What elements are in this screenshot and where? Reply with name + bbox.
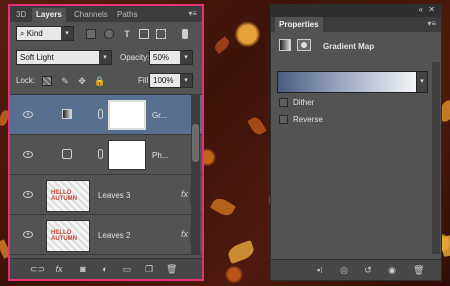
fill-input[interactable]: 100% ▾ [149,73,193,88]
filter-row: ⌕ Kind ▾ T [10,26,202,44]
collapse-icon[interactable]: « [419,5,423,14]
gradient-preview[interactable] [277,71,418,93]
lock-row: Lock: ✎ ✥ 🔒 Fill: 100% ▾ [10,73,202,91]
tab-properties[interactable]: Properties [275,17,323,32]
layer-leaves-2[interactable]: HELLO AUTUMN Leaves 2 fx ▾ [10,215,202,255]
lock-transparent-icon[interactable] [42,76,52,86]
eye-icon[interactable] [23,151,33,158]
close-icon[interactable]: ✕ [428,5,435,14]
filter-kind-select[interactable]: ⌕ Kind ▾ [16,26,74,41]
layer-mask-thumbnail[interactable] [108,140,146,170]
layers-bottom-toolbar: ⊂⊃ fx ◙ ◐ ▭ ❐ 🗑 [10,258,202,279]
tab-layers[interactable]: Layers [32,8,66,22]
dither-checkbox[interactable] [279,98,288,107]
layer-name[interactable]: Gr... [152,111,167,120]
opacity-value: 50% [153,53,170,62]
chevron-down-icon: ▾ [61,27,73,40]
lock-position-icon[interactable]: ✥ [77,76,87,86]
link-icon[interactable] [98,109,103,119]
dither-label: Dither [293,98,315,107]
eye-icon[interactable] [23,191,33,198]
gradient-map-icon [279,39,291,51]
blend-mode-value: Soft Light [20,53,54,62]
shape-filter-icon[interactable] [139,29,149,39]
new-group-icon[interactable]: ▭ [122,264,132,274]
opacity-input[interactable]: 50% ▾ [149,50,193,65]
mask-icon[interactable] [297,39,311,51]
fx-icon[interactable]: fx [181,229,188,239]
smart-object-filter-icon[interactable] [156,29,166,39]
lock-label: Lock: [16,76,36,85]
eye-icon[interactable] [23,231,33,238]
type-filter-icon[interactable]: T [122,29,132,39]
panel-top-strip: « ✕ [271,5,441,17]
blend-mode-select[interactable]: Soft Light ▾ [16,50,112,65]
chevron-down-icon: ▾ [180,74,192,87]
layer-photo-filter[interactable]: Ph... [10,135,202,175]
link-layers-icon[interactable]: ⊂⊃ [30,264,45,274]
layers-tab-bar: 3D Layers Channels Paths ▾≡ [10,6,202,22]
view-previous-state-icon[interactable]: ◎ [339,265,349,275]
layer-name[interactable]: Leaves 3 [98,191,130,200]
search-icon: ⌕ [20,29,27,38]
layer-list: Gr... Ph... HELLO AUTUMN Leaves 3 fx ▾ H… [10,94,202,255]
trash-icon[interactable]: 🗑 [166,264,177,274]
chevron-down-icon: ▾ [99,51,111,64]
properties-tab-bar: Properties ▾≡ [271,17,441,32]
gradient-map-icon [62,109,72,119]
reset-icon[interactable]: ↺ [363,265,373,275]
properties-bottom-toolbar: ▪⁝ ◎ ↺ ◉ 🗑 [271,259,441,280]
layers-scrollbar[interactable] [191,94,200,254]
clip-to-layer-icon[interactable]: ▪⁝ [315,265,325,275]
thumbnail-text: HELLO AUTUMN [51,230,77,242]
scrollbar-thumb[interactable] [192,124,199,162]
lock-image-icon[interactable]: ✎ [60,76,70,86]
layer-name[interactable]: Leaves 2 [98,231,130,240]
blend-row: Soft Light ▾ Opacity: 50% ▾ [10,50,202,68]
fill-value: 100% [153,76,174,85]
layers-panel: 3D Layers Channels Paths ▾≡ ⌕ Kind ▾ T S… [8,4,204,281]
layer-name[interactable]: Ph... [152,151,168,160]
tab-3d[interactable]: 3D [12,8,30,22]
reverse-checkbox[interactable] [279,115,288,124]
filter-toggle-icon[interactable] [182,29,188,39]
photo-filter-icon [62,149,72,159]
panel-menu-icon[interactable]: ▾≡ [427,19,436,28]
reverse-label: Reverse [293,115,323,124]
trash-icon[interactable]: 🗑 [413,265,424,275]
add-style-icon[interactable]: fx [54,264,64,274]
link-icon[interactable] [98,149,103,159]
new-layer-icon[interactable]: ❐ [144,264,154,274]
lock-all-icon[interactable]: 🔒 [94,76,105,86]
fx-icon[interactable]: fx [181,189,188,199]
properties-panel: « ✕ Properties ▾≡ Gradient Map ▾ Dither … [270,4,442,281]
panel-menu-icon[interactable]: ▾≡ [188,9,197,18]
adjustment-title: Gradient Map [323,42,375,51]
thumbnail-text: HELLO AUTUMN [51,190,77,202]
eye-icon[interactable] [23,111,33,118]
tab-paths[interactable]: Paths [113,8,141,22]
gradient-picker-dropdown[interactable]: ▾ [416,71,428,93]
layer-mask-thumbnail[interactable] [108,100,146,130]
chevron-down-icon: ▾ [180,51,192,64]
opacity-label: Opacity: [120,53,150,62]
layer-leaves-3[interactable]: HELLO AUTUMN Leaves 3 fx ▾ [10,175,202,215]
eye-icon[interactable]: ◉ [387,265,397,275]
layer-thumbnail[interactable]: HELLO AUTUMN [46,180,90,212]
pixel-filter-icon[interactable] [86,29,96,39]
add-mask-icon[interactable]: ◙ [78,264,88,274]
properties-scrollbar[interactable] [432,62,440,254]
layer-gradient-map[interactable]: Gr... [10,95,202,135]
tab-channels[interactable]: Channels [70,8,112,22]
filter-kind-value: Kind [26,29,43,38]
layer-thumbnail[interactable]: HELLO AUTUMN [46,220,90,252]
new-adjustment-icon[interactable]: ◐ [100,264,110,274]
adjustment-filter-icon[interactable] [104,29,114,39]
